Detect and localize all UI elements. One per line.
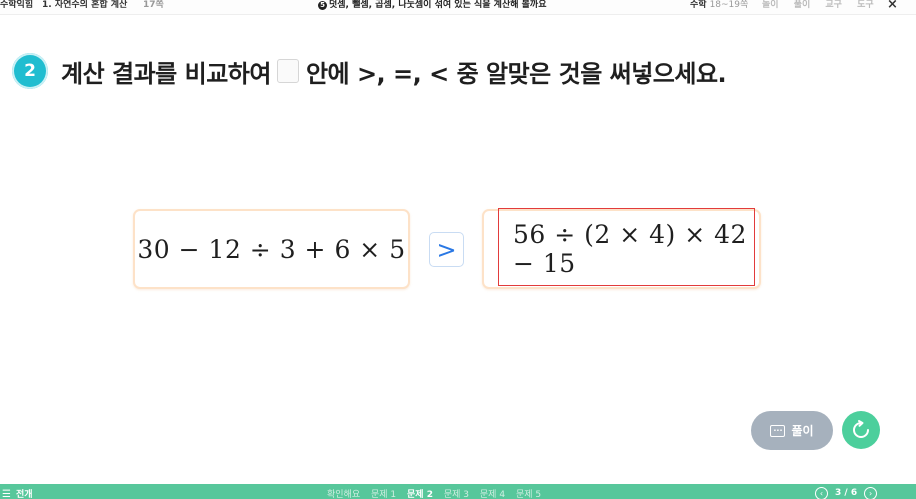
close-button[interactable]: × — [887, 0, 898, 11]
expand-label: 전개 — [15, 490, 33, 499]
top-menu: 놀이 풀이 교구 도구 — [762, 0, 886, 10]
question-text: 계산 결과를 비교하여 안에 >, =, < 중 알맞은 것을 써넣으세요. — [61, 54, 727, 89]
next-page-icon[interactable]: › — [864, 487, 878, 499]
question-header: 2 계산 결과를 비교하여 안에 >, =, < 중 알맞은 것을 써넣으세요. — [12, 52, 727, 90]
answer-input[interactable]: > — [429, 232, 464, 267]
page-current: 3 — [835, 488, 842, 498]
lesson-title-text: 덧셈, 뺄셈, 곱셈, 나눗셈이 섞여 있는 식을 계산해 볼까요 — [329, 0, 547, 10]
blank-box-icon — [276, 59, 299, 83]
top-bar: 수학익힘 1. 자연수의 혼합 계산 17쪽 5 덧셈, 뺄셈, 곱셈, 나눗셈이… — [0, 0, 916, 15]
tab-problem-4[interactable]: 문제 4 — [480, 490, 505, 499]
tab-problem-3[interactable]: 문제 3 — [444, 490, 469, 499]
menu-item-play[interactable]: 놀이 — [762, 0, 779, 10]
right-expression: 56 ÷ (2 × 4) × 42 − 15 — [513, 220, 747, 278]
lesson-number-badge: 5 — [318, 1, 327, 10]
page-counter: 3 / 6 — [835, 488, 857, 498]
page-total: 6 — [850, 488, 858, 498]
menu-item-tools[interactable]: 도구 — [857, 0, 874, 10]
tab-problem-5[interactable]: 문제 5 — [516, 490, 541, 499]
left-expression: 30 − 12 ÷ 3 + 6 × 5 — [137, 234, 406, 264]
tab-problem-1[interactable]: 문제 1 — [371, 490, 396, 499]
prev-page-icon[interactable]: ‹ — [815, 487, 828, 499]
menu-item-solution[interactable]: 풀이 — [794, 0, 811, 10]
expand-toggle[interactable]: ☰ 전개 — [2, 487, 33, 499]
solution-button-label: 풀이 — [791, 424, 814, 438]
solution-button[interactable]: ··· 풀이 — [751, 411, 833, 450]
subject-label: 수학 18~19쪽 — [690, 0, 748, 10]
question-number-badge: 2 — [12, 53, 48, 89]
subject-name: 수학 — [690, 0, 707, 10]
page-separator: / — [844, 488, 848, 498]
question-text-before: 계산 결과를 비교하여 — [61, 59, 271, 88]
tab-check[interactable]: 확인해요 — [327, 490, 360, 499]
right-expression-card: 56 ÷ (2 × 4) × 42 − 15 — [482, 209, 761, 289]
book-title: 수학익힘 — [0, 0, 34, 10]
subject-pages: 18~19쪽 — [709, 0, 749, 10]
lesson-title: 5 덧셈, 뺄셈, 곱셈, 나눗셈이 섞여 있는 식을 계산해 볼까요 — [318, 0, 547, 10]
unit-pages: 17쪽 — [143, 0, 164, 10]
problem-tabs: 확인해요 문제 1 문제 2 문제 3 문제 4 문제 5 — [327, 487, 549, 499]
menu-lines-icon: ☰ — [2, 489, 11, 499]
refresh-icon — [853, 420, 869, 438]
unit-title: 1. 자연수의 혼합 계산 — [42, 0, 128, 10]
left-expression-card: 30 − 12 ÷ 3 + 6 × 5 — [133, 209, 410, 289]
question-text-after: 안에 >, =, < 중 알맞은 것을 써넣으세요. — [305, 59, 727, 88]
bottom-navigation: ☰ 전개 확인해요 문제 1 문제 2 문제 3 문제 4 문제 5 ‹ 3 / 6… — [0, 484, 916, 499]
tab-problem-2[interactable]: 문제 2 — [407, 490, 433, 499]
pager: ‹ 3 / 6 › — [815, 487, 878, 499]
menu-item-manipulatives[interactable]: 교구 — [825, 0, 842, 10]
speech-bubble-icon: ··· — [770, 424, 786, 437]
textbook-page: 수학익힘 1. 자연수의 혼합 계산 17쪽 5 덧셈, 뺄셈, 곱셈, 나눗셈이… — [0, 0, 916, 499]
reset-button[interactable] — [842, 411, 880, 449]
